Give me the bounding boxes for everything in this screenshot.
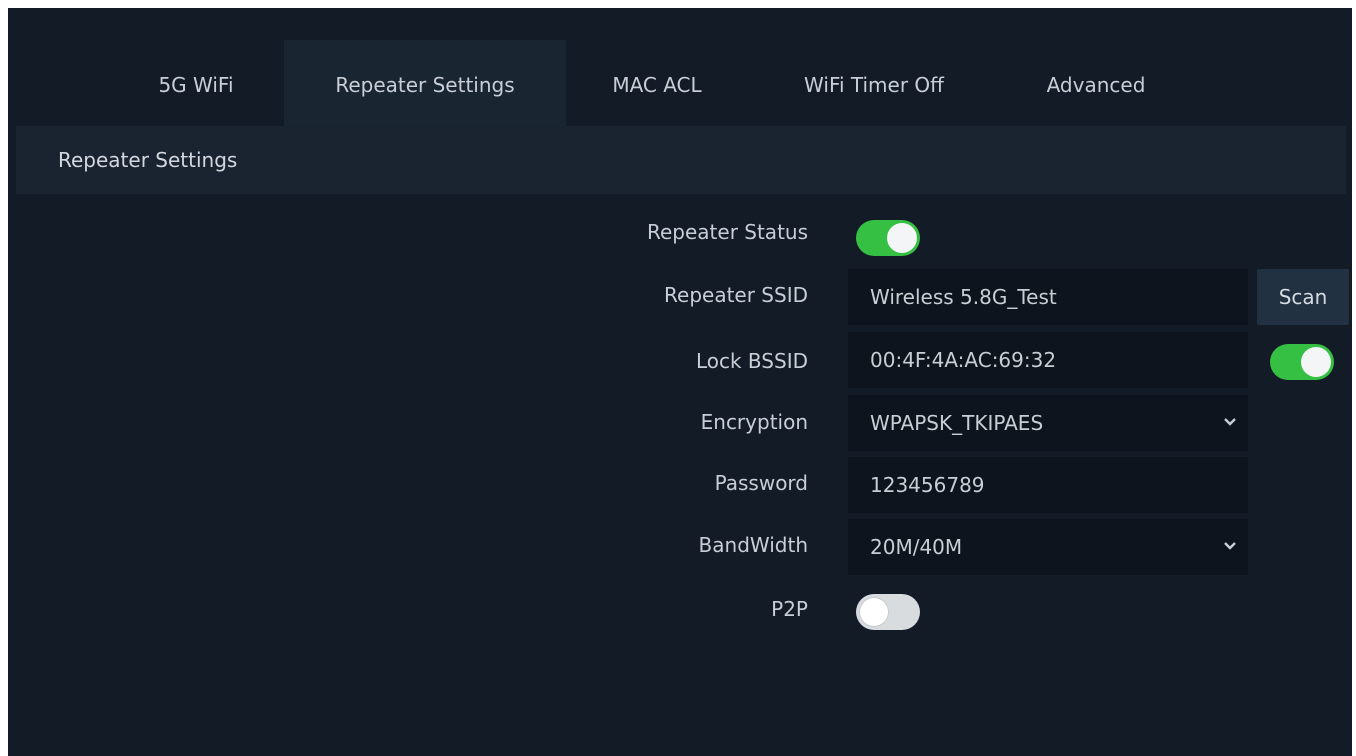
tab-repeater-settings[interactable]: Repeater Settings: [284, 40, 566, 134]
tab-bar: 5G WiFi Repeater Settings MAC ACL WiFi T…: [8, 40, 1352, 134]
tab-mac-acl[interactable]: MAC ACL: [594, 40, 720, 131]
chevron-down-icon: [1224, 541, 1236, 551]
section-header: Repeater Settings: [16, 126, 1346, 194]
password-label: Password: [714, 471, 808, 495]
toggle-knob: [1301, 347, 1331, 377]
chevron-down-icon: [1224, 417, 1236, 427]
router-settings-panel: 5G WiFi Repeater Settings MAC ACL WiFi T…: [8, 8, 1352, 756]
repeater-ssid-label: Repeater SSID: [664, 283, 808, 307]
toggle-knob: [859, 597, 889, 627]
lock-bssid-label: Lock BSSID: [695, 349, 808, 373]
encryption-value: WPAPSK_TKIPAES: [870, 411, 1044, 435]
encryption-label: Encryption: [700, 410, 808, 434]
section-title: Repeater Settings: [58, 148, 238, 172]
p2p-label: P2P: [771, 597, 808, 621]
tab-advanced[interactable]: Advanced: [1026, 40, 1166, 131]
password-input[interactable]: 123456789: [848, 457, 1248, 513]
p2p-toggle[interactable]: [856, 594, 920, 630]
lock-bssid-input[interactable]: 00:4F:4A:AC:69:32: [848, 332, 1248, 388]
repeater-ssid-input[interactable]: Wireless 5.8G_Test: [848, 269, 1248, 325]
tab-wifi-timer-off[interactable]: WiFi Timer Off: [780, 40, 968, 131]
bandwidth-value: 20M/40M: [870, 535, 963, 559]
bandwidth-select[interactable]: 20M/40M: [848, 519, 1248, 575]
lock-bssid-toggle[interactable]: [1270, 344, 1334, 380]
tab-5g-wifi[interactable]: 5G WiFi: [126, 40, 266, 131]
scan-button[interactable]: Scan: [1257, 269, 1349, 325]
encryption-select[interactable]: WPAPSK_TKIPAES: [848, 395, 1248, 451]
toggle-knob: [887, 223, 917, 253]
repeater-status-toggle[interactable]: [856, 220, 920, 256]
bandwidth-label: BandWidth: [698, 533, 808, 557]
repeater-status-label: Repeater Status: [646, 220, 808, 244]
